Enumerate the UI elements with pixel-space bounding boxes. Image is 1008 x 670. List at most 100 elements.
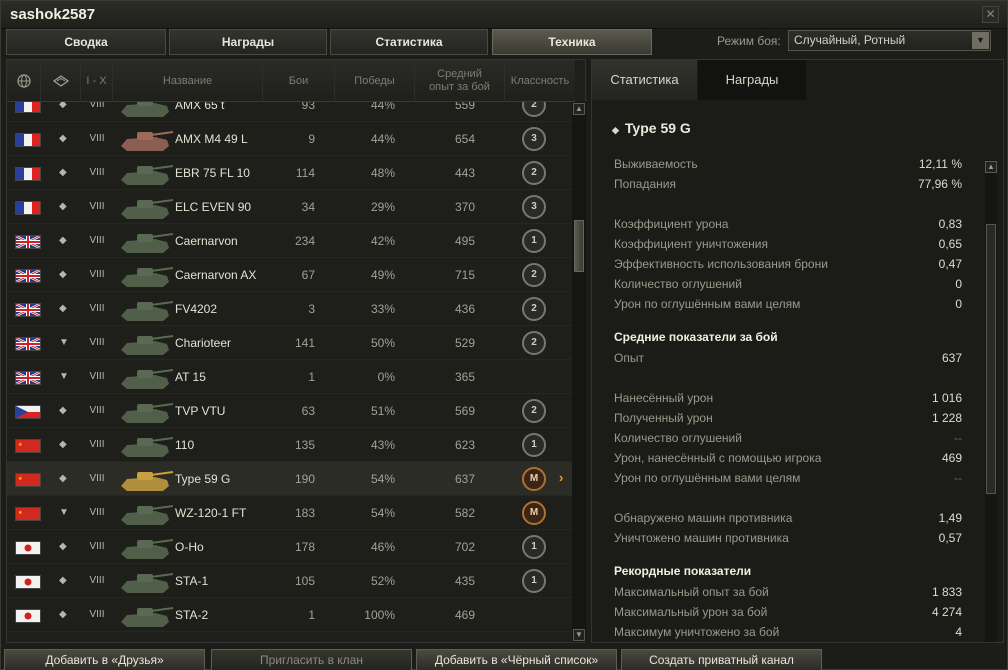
table-header: I - X Название Бои Победы Средний опыт з… [7,60,575,102]
table-row[interactable]: ★ ◆ VIII Type 59 G 190 54% 637 M › [7,462,575,496]
stat-line: Максимальный урон за бой 4 274 [614,605,962,623]
close-icon[interactable]: ✕ [982,6,999,23]
battle-mode-label: Режим боя: [717,34,781,48]
vehicle-avg-xp: 443 [454,166,475,180]
tier-sort-header[interactable]: I - X [81,60,113,102]
vehicle-battles: 190 [294,472,315,486]
battle-mode-select[interactable]: Случайный, Ротный ▼ [788,30,991,51]
battles-sort-header[interactable]: Бои [263,60,335,102]
vehicle-avg-xp: 623 [454,438,475,452]
vehicle-battles: 9 [308,132,315,146]
table-row[interactable]: ◆ VIII Caernarvon 234 42% 495 1 [7,224,575,258]
name-sort-header[interactable]: Название [113,60,263,102]
vehicle-avg-xp: 702 [454,540,475,554]
nation-flag-icon [15,302,41,318]
mastery-sort-header[interactable]: Классность [505,60,575,102]
mastery-badge-icon: 2 [522,102,546,117]
vehicle-rows: ◆ VIII AMX 65 t 93 44% 559 2 ◆ VIII AMX M4 49 L 9 4… [7,102,575,644]
table-row[interactable]: ◆ VIII FV4202 3 33% 436 2 [7,292,575,326]
stat-value: 1 833 [931,585,962,599]
vehicle-battles: 183 [294,506,315,520]
nation-flag-icon [15,336,41,352]
nation-flag-icon [15,575,41,589]
nation-sort-header[interactable] [7,60,41,102]
vehicle-class-icon: ◆ [59,102,67,110]
stat-line: Нанесённый урон 1 016 [614,391,962,409]
table-row[interactable]: ◆ VIII STA-1 105 52% 435 1 [7,564,575,598]
table-row[interactable]: ★ ▼ VIII WZ-120-1 FT 183 54% 582 M [7,496,575,530]
vehicle-class-icon: ◆ [59,269,67,280]
stat-value: 77,96 % [917,177,962,191]
vehicle-tier: VIII [89,609,105,620]
wins-sort-header[interactable]: Победы [335,60,415,102]
vehicle-name: STA-2 [175,608,209,622]
vehicle-tier: VIII [89,133,105,144]
player-profile-window: sashok2587 ✕ Сводка Награды Статистика Т… [0,0,1008,670]
scroll-thumb[interactable] [574,220,584,272]
vehicle-type-icon [52,75,69,87]
vehicle-wins: 33% [370,302,395,316]
table-row[interactable]: ◆ VIII AMX 65 t 93 44% 559 2 [7,102,575,122]
vehicle-avg-xp: 569 [454,404,475,418]
vehicle-name: AT 15 [175,370,206,384]
avg-xp-sort-header[interactable]: Средний опыт за бой [415,60,505,102]
vehicle-wins: 0% [377,370,395,384]
stat-label: Урон по оглушённым вами целям [614,471,801,485]
vehicle-name: TVP VTU [175,404,226,418]
tank-icon [121,131,174,151]
chevron-down-icon[interactable]: ▼ [972,32,989,49]
tab-awards[interactable]: Награды [169,29,327,55]
tab-detail-statistics[interactable]: Статистика [592,60,697,100]
table-row[interactable]: ◆ VIII TVP VTU 63 51% 569 2 [7,394,575,428]
vehicle-wins: 44% [370,132,395,146]
vehicle-tier: VIII [89,303,105,314]
tank-icon [121,607,174,627]
vehicle-wins: 50% [370,336,395,350]
scroll-up-icon[interactable]: ▲ [985,161,997,173]
tab-vehicles[interactable]: Техника [492,29,652,55]
tab-detail-awards[interactable]: Награды [698,60,806,100]
invite-to-clan-button[interactable]: Пригласить в клан [211,649,412,670]
table-row[interactable]: ▼ VIII Charioteer 141 50% 529 2 [7,326,575,360]
section-title: Средние показатели за бой [614,330,778,344]
table-row[interactable]: ★ ◆ VIII 110 135 43% 623 1 [7,428,575,462]
nation-flag-icon [15,541,41,555]
table-row[interactable]: ◆ VIII ELC EVEN 90 34 29% 370 3 [7,190,575,224]
type-sort-header[interactable] [41,60,81,102]
table-row[interactable]: ◆ VIII STA-2 1 100% 469 [7,598,575,632]
stat-value: 1,49 [938,511,962,525]
tab-summary[interactable]: Сводка [6,29,166,55]
table-row[interactable]: ▼ VIII AT 15 1 0% 365 [7,360,575,394]
vehicle-name: O-Ho [175,540,204,554]
nation-flag-icon: ★ [15,507,41,521]
table-row[interactable]: ◆ VIII EBR 75 FL 10 114 48% 443 2 [7,156,575,190]
detail-scrollbar[interactable]: ▲ [985,160,997,642]
stat-value: 0 [955,297,962,311]
vehicle-name: ELC EVEN 90 [175,200,252,214]
add-to-blacklist-button[interactable]: Добавить в «Чёрный список» [416,649,617,670]
table-row[interactable]: ◆ VIII Caernarvon AX 67 49% 715 2 [7,258,575,292]
vehicle-wins: 46% [370,540,395,554]
vehicle-list-scrollbar[interactable]: ▲ ▼ [572,102,586,642]
scroll-down-icon[interactable]: ▼ [573,629,585,641]
vehicle-avg-xp: 365 [454,370,475,384]
stat-label: Нанесённый урон [614,391,714,405]
table-row[interactable]: ◆ VIII O-Ho 178 46% 702 1 [7,530,575,564]
vehicle-avg-xp: 495 [454,234,475,248]
scroll-thumb[interactable] [986,224,996,494]
nation-flag-icon [15,201,41,215]
create-private-channel-button[interactable]: Создать приватный канал [621,649,822,670]
table-row[interactable]: ◆ VIII AMX M4 49 L 9 44% 654 3 [7,122,575,156]
vehicle-battles: 34 [301,200,315,214]
vehicle-detail-panel: Статистика Награды ◆ Type 59 G Выживаемос… [591,59,1004,643]
vehicle-class-icon: ▼ [59,507,69,518]
vehicle-wins: 49% [370,268,395,282]
vehicle-battles: 67 [301,268,315,282]
tab-statistics[interactable]: Статистика [330,29,488,55]
add-friend-button[interactable]: Добавить в «Друзья» [4,649,205,670]
nation-flag-icon [15,268,41,284]
stat-label: Урон по оглушённым вами целям [614,297,801,311]
scroll-up-icon[interactable]: ▲ [573,103,585,115]
vehicle-tier: VIII [89,201,105,212]
stat-value: 12,11 % [918,157,962,171]
